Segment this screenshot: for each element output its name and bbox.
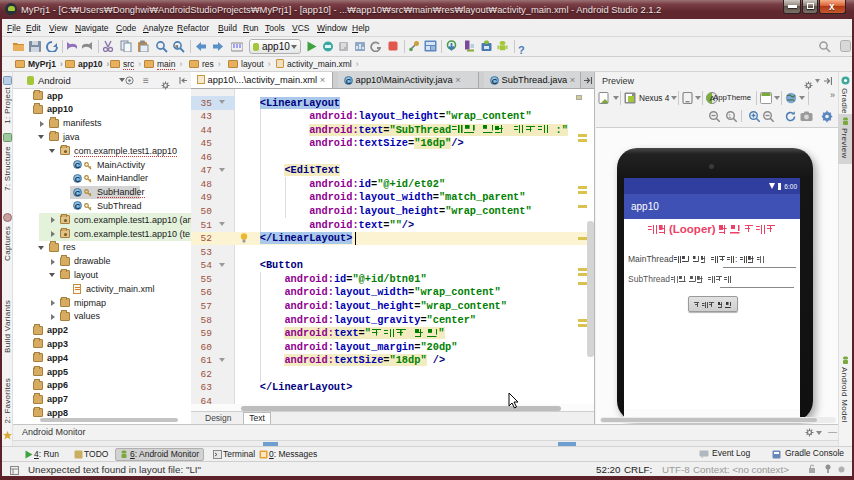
svg-text:1: 1 — [728, 113, 732, 119]
svg-text:a: a — [175, 43, 179, 49]
